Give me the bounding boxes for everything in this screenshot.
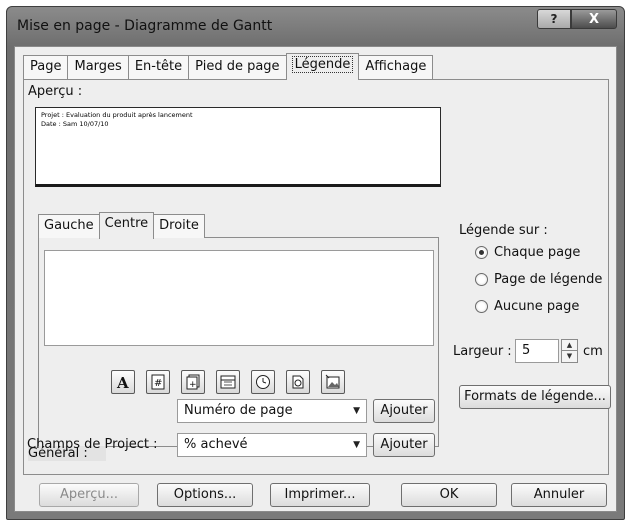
legend-text-area[interactable] <box>44 250 434 346</box>
text-format-icon: A <box>116 374 129 390</box>
cancel-button[interactable]: Annuler <box>511 483 607 507</box>
legend-formats-button[interactable]: Formats de légende... <box>459 385 611 409</box>
time-icon <box>256 375 270 389</box>
radio-button[interactable] <box>475 246 488 259</box>
general-dropdown[interactable]: Numéro de page ▼ <box>177 399 367 423</box>
tab-droite[interactable]: Droite <box>153 214 205 238</box>
dialog-title: Mise en page - Diagramme de Gantt <box>17 18 273 34</box>
width-unit: cm <box>583 344 603 359</box>
insert-toolbar: A # + <box>111 370 345 394</box>
general-add-button[interactable]: Ajouter <box>373 399 435 423</box>
width-input[interactable]: 5 <box>515 339 559 363</box>
tab-gauche[interactable]: Gauche <box>38 214 100 238</box>
preview-button[interactable]: Aperçu... <box>39 483 139 507</box>
close-button[interactable]: X <box>571 9 617 29</box>
tab-affichage[interactable]: Affichage <box>358 55 434 79</box>
page-number-icon: # <box>151 374 165 390</box>
file-name-icon <box>292 375 304 389</box>
options-button[interactable]: Options... <box>157 483 253 507</box>
dialog-body: Page Marges En-tête Pied de page Légende… <box>14 46 617 512</box>
project-fields-label: Champs de Project : <box>27 437 158 452</box>
close-icon: X <box>588 11 600 27</box>
picture-icon <box>325 374 340 389</box>
tab-page[interactable]: Page <box>23 55 69 79</box>
help-icon: ? <box>550 12 558 26</box>
radio-button[interactable] <box>475 300 488 313</box>
date-icon <box>220 375 236 389</box>
print-button[interactable]: Imprimer... <box>270 483 370 507</box>
page-number-button[interactable]: # <box>146 370 170 394</box>
file-name-button[interactable] <box>286 370 310 394</box>
help-button[interactable]: ? <box>537 9 571 29</box>
ok-button[interactable]: OK <box>401 483 497 507</box>
chevron-down-icon: ▼ <box>353 440 360 450</box>
spin-up-icon[interactable]: ▲ <box>562 340 577 351</box>
tab-en-tete[interactable]: En-tête <box>127 55 190 79</box>
page-setup-dialog: Mise en page - Diagramme de Gantt ? X Pa… <box>6 6 625 520</box>
width-label: Largeur : <box>453 344 512 359</box>
preview-label: Aperçu : <box>28 84 83 99</box>
svg-text:#: # <box>154 378 162 389</box>
chevron-down-icon: ▼ <box>353 406 360 416</box>
date-button[interactable] <box>216 370 240 394</box>
page-count-button[interactable]: + <box>181 370 205 394</box>
svg-text:+: + <box>189 380 197 390</box>
legend-preview: Projet : Evaluation du produit après lan… <box>35 107 441 187</box>
tab-centre[interactable]: Centre <box>98 212 155 239</box>
preview-line-project: Projet : Evaluation du produit après lan… <box>41 111 193 119</box>
time-button[interactable] <box>251 370 275 394</box>
width-spinner[interactable]: ▲ ▼ <box>561 339 578 363</box>
title-bar[interactable]: Mise en page - Diagramme de Gantt ? X <box>7 7 624 43</box>
page-count-icon: + <box>186 374 200 390</box>
spin-down-icon[interactable]: ▼ <box>562 351 577 362</box>
radio-button[interactable] <box>475 273 488 286</box>
radio-legend-page[interactable]: Page de légende <box>475 272 602 287</box>
tab-marges[interactable]: Marges <box>67 55 129 79</box>
svg-text:A: A <box>116 374 129 390</box>
radio-no-page[interactable]: Aucune page <box>475 299 579 314</box>
legend-on-label: Légende sur : <box>459 223 548 238</box>
tab-legende[interactable]: Légende <box>285 53 360 80</box>
tab-strip: Page Marges En-tête Pied de page Légende… <box>23 53 434 80</box>
text-format-button[interactable]: A <box>111 370 135 394</box>
project-fields-dropdown[interactable]: % achevé ▼ <box>177 433 367 457</box>
alignment-tabs: Gauche Centre Droite <box>38 212 205 239</box>
preview-line-date: Date : Sam 10/07/10 <box>41 120 109 128</box>
tab-pied-de-page[interactable]: Pied de page <box>188 55 287 79</box>
picture-button[interactable] <box>321 370 345 394</box>
radio-every-page[interactable]: Chaque page <box>475 245 580 260</box>
project-fields-add-button[interactable]: Ajouter <box>373 433 435 457</box>
